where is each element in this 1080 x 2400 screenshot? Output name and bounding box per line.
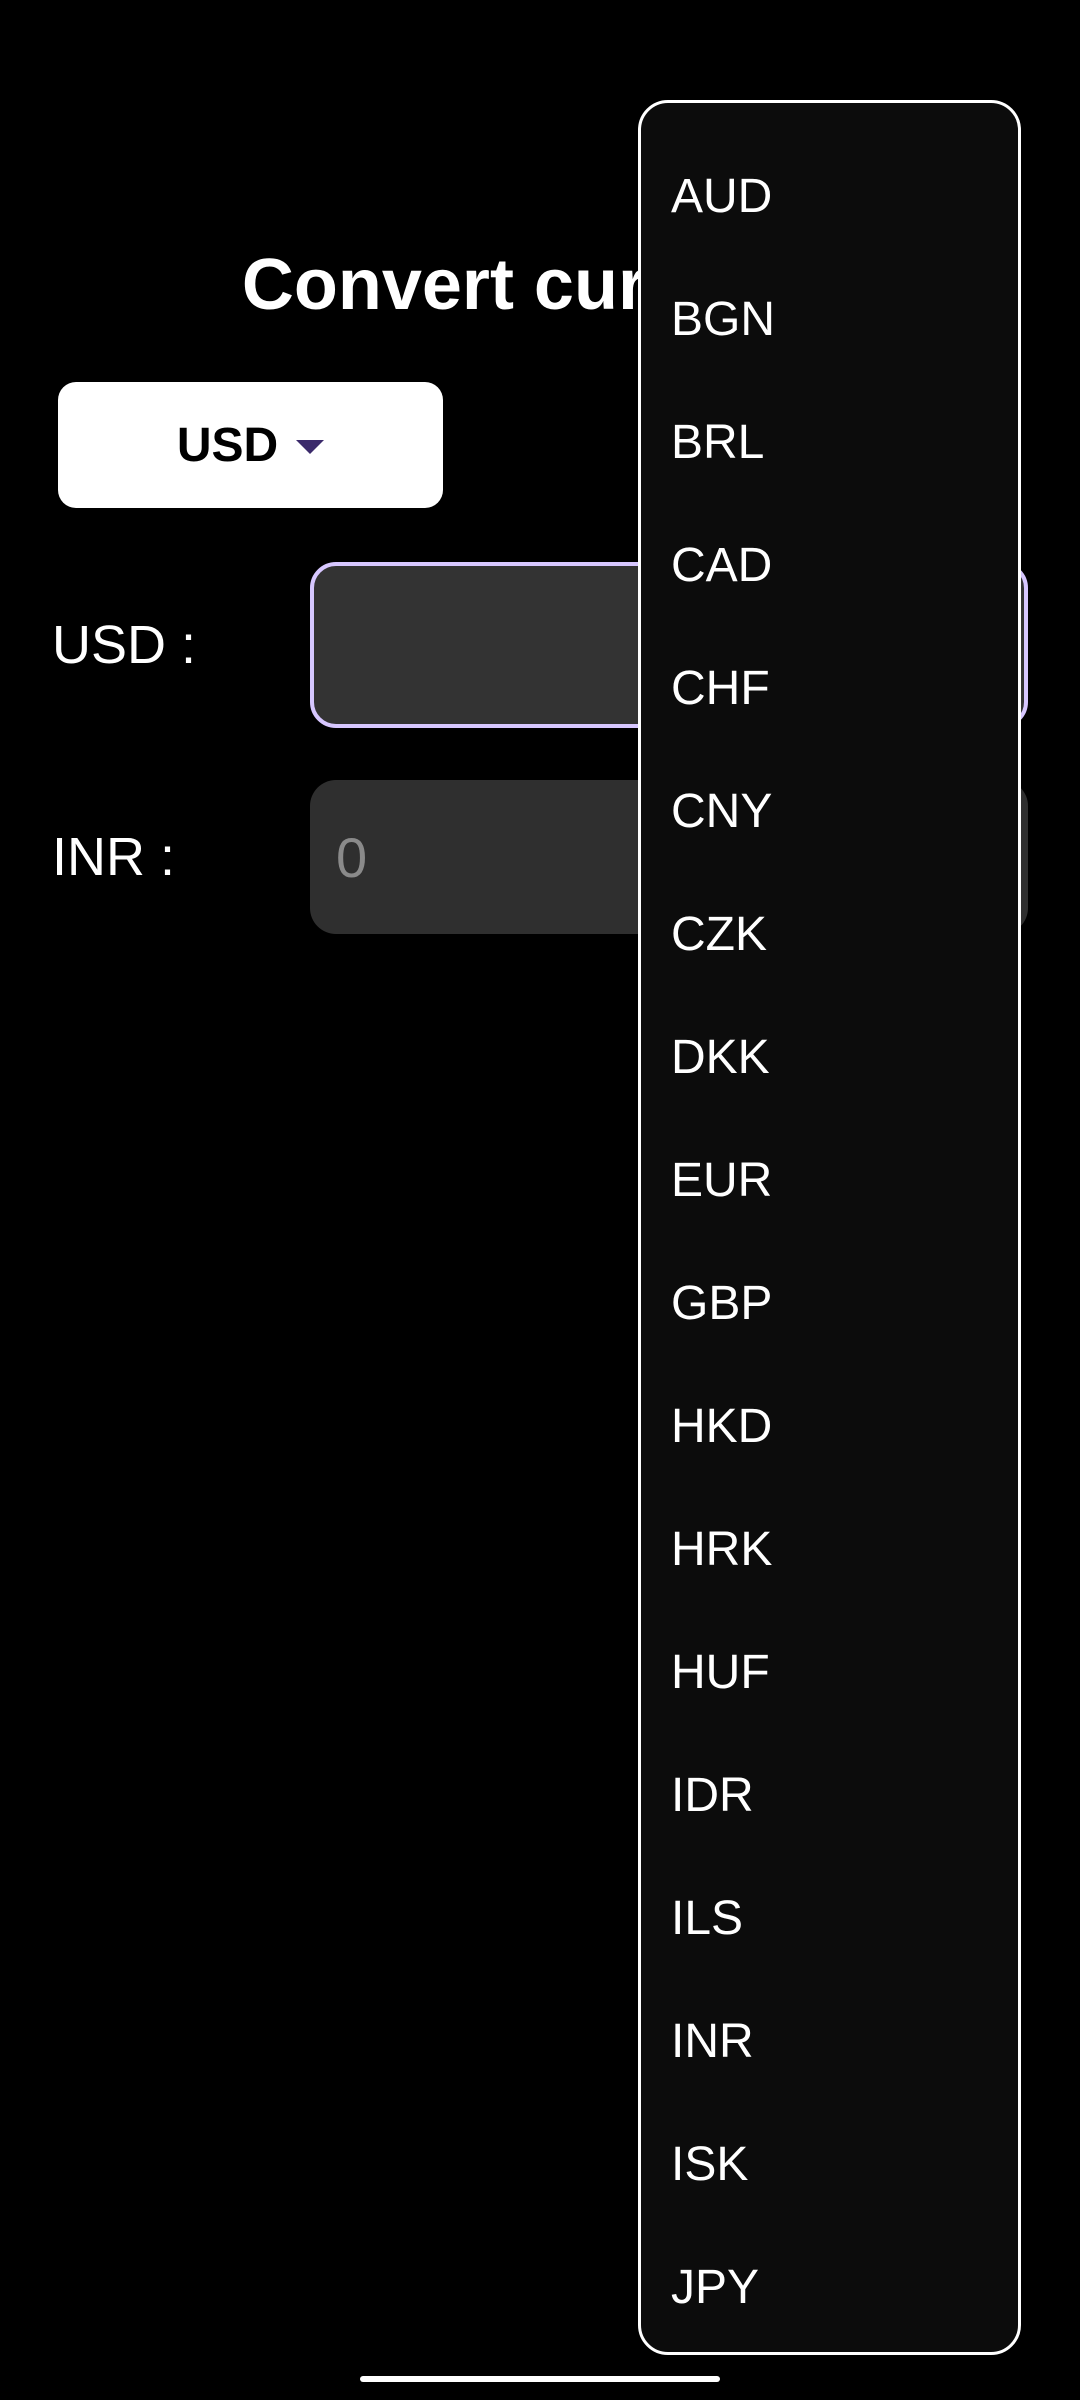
to-amount-placeholder: 0 (336, 825, 368, 889)
dropdown-item-bgn[interactable]: BGN (641, 258, 1018, 381)
dropdown-item-hrk[interactable]: HRK (641, 1488, 1018, 1611)
dropdown-item-czk[interactable]: CZK (641, 873, 1018, 996)
currency-dropdown-menu[interactable]: AUD BGN BRL CAD CHF CNY CZK DKK EUR GBP HKD HRK HUF I… (638, 100, 1021, 2355)
currency-select-value: USD (176, 418, 279, 472)
dropdown-item-idr[interactable]: IDR (641, 1734, 1018, 1857)
dropdown-item-inr[interactable]: INR (641, 1980, 1018, 2103)
app-screen: Convert currency USD USD : INR : 0 AUD BG… (0, 0, 1080, 2400)
dropdown-item-gbp[interactable]: GBP (641, 1242, 1018, 1365)
dropdown-item-hkd[interactable]: HKD (641, 1365, 1018, 1488)
dropdown-item-cad[interactable]: CAD (641, 504, 1018, 627)
home-indicator[interactable] (360, 2376, 720, 2382)
currency-select-button[interactable]: USD (58, 382, 443, 508)
dropdown-item-isk[interactable]: ISK (641, 2103, 1018, 2226)
dropdown-item-chf[interactable]: CHF (641, 627, 1018, 750)
caret-down-icon (296, 440, 325, 454)
dropdown-item-dkk[interactable]: DKK (641, 996, 1018, 1119)
dropdown-item-aud[interactable]: AUD (641, 135, 1018, 258)
currency-dropdown-list: AUD BGN BRL CAD CHF CNY CZK DKK EUR GBP HKD HRK HUF I… (641, 135, 1018, 2349)
dropdown-item-cny[interactable]: CNY (641, 750, 1018, 873)
dropdown-item-brl[interactable]: BRL (641, 381, 1018, 504)
from-currency-label: USD : (52, 615, 197, 675)
dropdown-item-jpy[interactable]: JPY (641, 2226, 1018, 2349)
dropdown-item-eur[interactable]: EUR (641, 1119, 1018, 1242)
to-currency-label: INR : (52, 827, 176, 887)
dropdown-item-huf[interactable]: HUF (641, 1611, 1018, 1734)
dropdown-item-ils[interactable]: ILS (641, 1857, 1018, 1980)
